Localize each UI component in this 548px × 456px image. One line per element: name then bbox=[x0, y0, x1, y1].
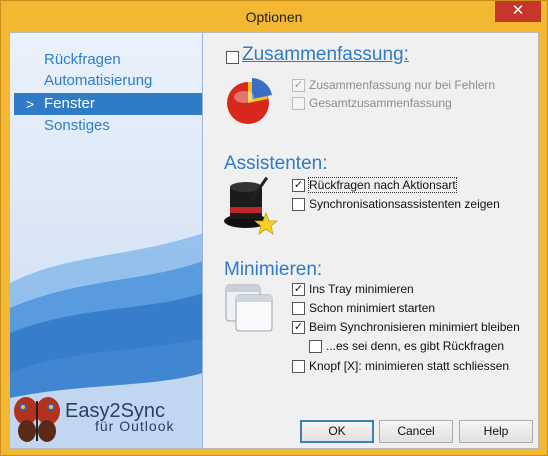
butterfly-icon bbox=[14, 397, 60, 442]
summary-enable-checkbox[interactable] bbox=[226, 51, 239, 64]
title-bar[interactable]: Optionen ✕ bbox=[1, 1, 547, 32]
close-button[interactable]: ✕ bbox=[495, 1, 541, 22]
sidebar-item-sonstiges[interactable]: Sonstiges bbox=[44, 115, 110, 137]
minimize-option-start-minimized-label: Schon minimiert starten bbox=[309, 301, 436, 315]
minimize-option-start-minimized-checkbox[interactable] bbox=[292, 302, 305, 315]
minimize-option-tray-checkbox[interactable]: ✓ bbox=[292, 283, 305, 296]
minimize-option-unless-questions-checkbox[interactable] bbox=[309, 340, 322, 353]
ok-button[interactable]: OK bbox=[300, 420, 374, 443]
assistants-option-rueckfragen-label: Rückfragen nach Aktionsart bbox=[308, 177, 457, 193]
minimize-option-x-button-checkbox[interactable] bbox=[292, 360, 305, 373]
minimize-option-stay-minimized-label: Beim Synchronisieren minimiert bleiben bbox=[309, 320, 520, 334]
help-button[interactable]: Help bbox=[459, 420, 533, 443]
sidebar-item-rueckfragen[interactable]: Rückfragen bbox=[44, 49, 121, 71]
minimize-option-tray-label: Ins Tray minimieren bbox=[309, 282, 414, 296]
summary-option-total-checkbox[interactable] bbox=[292, 97, 305, 110]
sidebar-item-label: Fenster bbox=[44, 95, 95, 112]
minimize-section-title: Minimieren: bbox=[224, 259, 323, 280]
assistants-option-sync-wizard-checkbox[interactable] bbox=[292, 198, 305, 211]
minimize-option-x-button-label: Knopf [X]: minimieren statt schliessen bbox=[309, 359, 510, 373]
summary-section-title[interactable]: Zusammenfassung: bbox=[242, 44, 409, 66]
minimize-option-stay-minimized-checkbox[interactable]: ✓ bbox=[292, 321, 305, 334]
pie-chart-icon bbox=[227, 78, 272, 124]
minimize-option-unless-questions-label: ...es sei denn, es gibt Rückfragen bbox=[326, 339, 505, 353]
cancel-button[interactable]: Cancel bbox=[379, 420, 453, 443]
dialog-client-area: Rückfragen Automatisierung > Fenster Son… bbox=[9, 32, 539, 449]
sidebar-item-fenster[interactable]: > Fenster bbox=[14, 93, 202, 115]
sidebar: Rückfragen Automatisierung > Fenster Son… bbox=[10, 33, 203, 448]
sidebar-item-automatisierung[interactable]: Automatisierung bbox=[44, 70, 152, 92]
options-dialog: Optionen ✕ Rückfragen Automatisierung > … bbox=[0, 0, 548, 456]
summary-option-errors-label: Zusammenfassung nur bei Fehlern bbox=[309, 78, 496, 92]
assistants-section-title: Assistenten: bbox=[224, 153, 328, 174]
selected-arrow-icon: > bbox=[26, 96, 35, 112]
summary-option-errors-checkbox[interactable]: ✓ bbox=[292, 79, 305, 92]
window-title: Optionen bbox=[245, 9, 303, 25]
summary-option-total-label: Gesamtzusammenfassung bbox=[309, 96, 452, 110]
brand-subtitle: für Outlook bbox=[95, 418, 175, 434]
assistants-option-rueckfragen-checkbox[interactable]: ✓ bbox=[292, 179, 305, 192]
magic-hat-icon bbox=[224, 176, 279, 235]
windows-stack-icon bbox=[225, 284, 273, 332]
assistants-option-sync-wizard-label: Synchronisationsassistenten zeigen bbox=[309, 197, 500, 211]
